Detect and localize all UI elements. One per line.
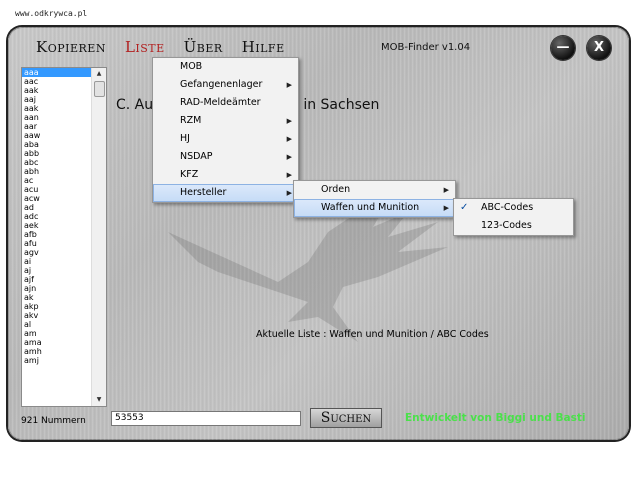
menu-item-label: Gefangenenlager bbox=[180, 79, 263, 90]
list-item[interactable]: agv bbox=[22, 248, 91, 257]
list-item[interactable]: ajn bbox=[22, 284, 91, 293]
close-button[interactable]: X bbox=[587, 36, 611, 60]
list-item[interactable]: acu bbox=[22, 185, 91, 194]
list-item[interactable]: aba bbox=[22, 140, 91, 149]
hersteller-submenu: Orden ▶ Waffen und Munition ▶ bbox=[293, 180, 456, 218]
list-item[interactable]: aar bbox=[22, 122, 91, 131]
menu-item-label: RZM bbox=[180, 115, 202, 126]
list-item[interactable]: ai bbox=[22, 257, 91, 266]
menu-item-gefangenenlager[interactable]: Gefangenenlager ▶ bbox=[153, 76, 298, 94]
submenu-arrow-icon: ▶ bbox=[443, 186, 449, 194]
menu-item-label: Hersteller bbox=[180, 187, 227, 198]
menu-item-label: RAD-Meldeämter bbox=[180, 97, 261, 108]
menu-item-orden[interactable]: Orden ▶ bbox=[294, 181, 455, 199]
list-item[interactable]: amj bbox=[22, 356, 91, 365]
scroll-thumb[interactable] bbox=[94, 81, 105, 97]
waffen-submenu: ✓ ABC-Codes 123-Codes bbox=[453, 198, 574, 236]
list-item[interactable]: ajf bbox=[22, 275, 91, 284]
menu-item-hj[interactable]: HJ ▶ bbox=[153, 130, 298, 148]
watermark-text: www.odkrywca.pl bbox=[15, 9, 88, 18]
submenu-arrow-icon: ▶ bbox=[286, 81, 292, 89]
list-item[interactable]: aaw bbox=[22, 131, 91, 140]
list-item[interactable]: aac bbox=[22, 77, 91, 86]
menu-item-label: MOB bbox=[180, 61, 203, 72]
menu-item-label: Orden bbox=[321, 184, 351, 195]
list-item[interactable]: aj bbox=[22, 266, 91, 275]
list-item[interactable]: ama bbox=[22, 338, 91, 347]
list-item[interactable]: akv bbox=[22, 311, 91, 320]
menu-item-abc-codes[interactable]: ✓ ABC-Codes bbox=[454, 199, 573, 217]
entry-heading: C. Au u in Sachsen bbox=[116, 97, 379, 113]
menu-item-label: KFZ bbox=[180, 169, 199, 180]
list-scrollbar[interactable]: ▲ ▼ bbox=[91, 68, 106, 406]
list-item[interactable]: aan bbox=[22, 113, 91, 122]
minimize-button[interactable]: — bbox=[551, 36, 575, 60]
menu-item-label: NSDAP bbox=[180, 151, 213, 162]
scroll-down-icon[interactable]: ▼ bbox=[92, 394, 106, 406]
submenu-arrow-icon: ▶ bbox=[286, 135, 292, 143]
heading-left-text: C. Au bbox=[116, 97, 154, 113]
credits-text: Entwickelt von Biggi und Basti bbox=[405, 412, 586, 424]
submenu-arrow-icon: ▶ bbox=[443, 204, 449, 212]
heading-right-text: u in Sachsen bbox=[290, 97, 380, 113]
menu-item-label: HJ bbox=[180, 133, 190, 144]
item-count: 921 Nummern bbox=[21, 416, 86, 426]
list-item[interactable]: afu bbox=[22, 239, 91, 248]
list-item[interactable]: aak bbox=[22, 86, 91, 95]
list-item[interactable]: acw bbox=[22, 194, 91, 203]
list-item[interactable]: aaa bbox=[22, 68, 91, 77]
search-input[interactable]: 53553 bbox=[111, 411, 301, 426]
search-button[interactable]: Suchen bbox=[310, 408, 382, 428]
menu-item-label: 123-Codes bbox=[481, 220, 532, 231]
code-listbox[interactable]: aaa aac aak aaj aak aan aar aaw aba abb abc abh ac ac… bbox=[21, 67, 107, 407]
submenu-arrow-icon: ▶ bbox=[286, 153, 292, 161]
menu-bar: Kopieren Liste Über Hilfe bbox=[36, 38, 285, 56]
minimize-icon: — bbox=[556, 40, 570, 55]
checkmark-icon: ✓ bbox=[460, 202, 469, 213]
submenu-arrow-icon: ▶ bbox=[286, 189, 292, 197]
menu-item-label: Waffen und Munition bbox=[321, 202, 420, 213]
list-item[interactable]: akp bbox=[22, 302, 91, 311]
menu-item-kfz[interactable]: KFZ ▶ bbox=[153, 166, 298, 184]
list-item[interactable]: aak bbox=[22, 104, 91, 113]
scroll-up-icon[interactable]: ▲ bbox=[92, 68, 106, 80]
list-item[interactable]: afb bbox=[22, 230, 91, 239]
list-item[interactable]: abb bbox=[22, 149, 91, 158]
menu-item-mob[interactable]: MOB bbox=[153, 58, 298, 76]
submenu-arrow-icon: ▶ bbox=[286, 117, 292, 125]
list-item[interactable]: aek bbox=[22, 221, 91, 230]
menu-item-123-codes[interactable]: 123-Codes bbox=[454, 217, 573, 235]
list-item[interactable]: aaj bbox=[22, 95, 91, 104]
menu-hilfe[interactable]: Hilfe bbox=[242, 38, 285, 56]
current-list-label: Aktuelle Liste : Waffen und Munition / A… bbox=[256, 329, 489, 340]
list-item[interactable]: ak bbox=[22, 293, 91, 302]
list-item[interactable]: adc bbox=[22, 212, 91, 221]
menu-item-nsdap[interactable]: NSDAP ▶ bbox=[153, 148, 298, 166]
app-title: MOB-Finder v1.04 bbox=[381, 42, 471, 53]
list-item[interactable]: am bbox=[22, 329, 91, 338]
menu-item-rzm[interactable]: RZM ▶ bbox=[153, 112, 298, 130]
list-item[interactable]: al bbox=[22, 320, 91, 329]
menu-item-waffen-und-munition[interactable]: Waffen und Munition ▶ bbox=[294, 199, 455, 217]
list-item[interactable]: abh bbox=[22, 167, 91, 176]
close-icon: X bbox=[593, 40, 605, 55]
liste-dropdown-menu: MOB Gefangenenlager ▶ RAD-Meldeämter RZM ▶… bbox=[152, 57, 299, 203]
list-item[interactable]: abc bbox=[22, 158, 91, 167]
code-list-items: aaa aac aak aaj aak aan aar aaw aba abb abc abh ac ac… bbox=[22, 68, 91, 365]
submenu-arrow-icon: ▶ bbox=[286, 171, 292, 179]
list-item[interactable]: amh bbox=[22, 347, 91, 356]
list-item[interactable]: ac bbox=[22, 176, 91, 185]
menu-kopieren[interactable]: Kopieren bbox=[36, 38, 106, 56]
menu-item-hersteller[interactable]: Hersteller ▶ bbox=[153, 184, 298, 202]
menu-ueber[interactable]: Über bbox=[184, 38, 223, 56]
list-item[interactable]: ad bbox=[22, 203, 91, 212]
menu-liste[interactable]: Liste bbox=[125, 38, 165, 56]
menu-item-label: ABC-Codes bbox=[481, 202, 534, 213]
menu-item-rad-meldeaemter[interactable]: RAD-Meldeämter bbox=[153, 94, 298, 112]
